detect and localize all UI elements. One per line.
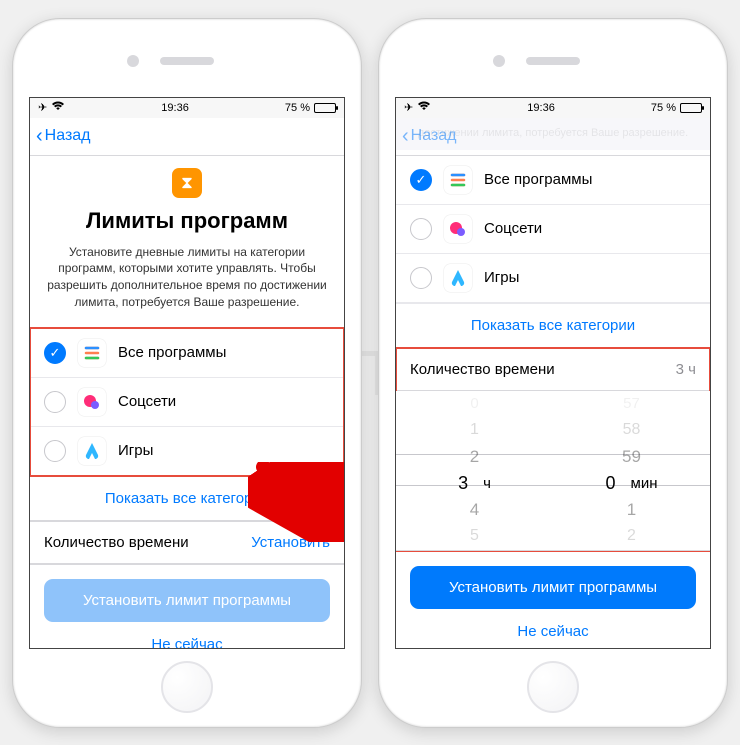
page-title: Лимиты программ (46, 208, 328, 234)
games-icon (444, 264, 472, 292)
footer-section: Установить лимит программы Не сейчас (396, 551, 710, 648)
category-row-all[interactable]: ✓ Все программы (396, 156, 710, 205)
header-block: ⧗ Лимиты программ Установите дневные лим… (30, 156, 344, 328)
set-limit-button[interactable]: Установить лимит программы (410, 566, 696, 609)
category-label: Соцсети (118, 393, 176, 410)
status-bar: ✈︎ 19:36 75 % (396, 98, 710, 118)
battery-icon (680, 103, 702, 113)
nav-bar: ‹ Назад достижении лимита, потребуется В… (396, 118, 710, 156)
status-right: 75 % (651, 102, 702, 114)
social-icon (444, 215, 472, 243)
hours-unit: ч (483, 475, 491, 492)
back-button[interactable]: ‹ Назад (36, 126, 91, 146)
hours-column[interactable]: 0 1 2 3 ч 4 5 (396, 391, 553, 550)
content-right: ✓ Все программы Соцсети (396, 156, 710, 648)
minutes-unit: мин (631, 475, 658, 492)
social-icon (78, 388, 106, 416)
radio-unchecked-icon (44, 440, 66, 462)
screen-left: ✈︎ 19:36 75 % ‹ Назад ⧗ Лимиты программ … (29, 97, 345, 649)
airplane-icon: ✈︎ (404, 101, 413, 114)
all-apps-icon (78, 339, 106, 367)
radio-checked-icon: ✓ (410, 169, 432, 191)
chevron-left-icon: ‹ (36, 126, 43, 146)
category-label: Все программы (484, 171, 592, 188)
battery-percent: 75 % (651, 102, 676, 114)
wifi-icon (51, 101, 65, 114)
minutes-column[interactable]: 57 58 59 0 мин 1 2 (553, 391, 710, 550)
time-amount-row[interactable]: Количество времени 3 ч (396, 348, 710, 391)
show-all-section: Показать все категории (30, 476, 344, 521)
category-list: ✓ Все программы Соцсети (30, 328, 344, 476)
category-list: ✓ Все программы Соцсети (396, 156, 710, 348)
time-picker[interactable]: 0 1 2 3 ч 4 5 57 58 59 0 мин 1 2 (396, 391, 710, 551)
camera-dot (127, 55, 139, 67)
category-row-social[interactable]: Соцсети (30, 378, 344, 427)
category-row-all[interactable]: ✓ Все программы (30, 329, 344, 378)
footer-section: Установить лимит программы Не сейчас (30, 564, 344, 648)
speaker-grill (160, 57, 214, 65)
radio-unchecked-icon (44, 391, 66, 413)
games-icon (78, 437, 106, 465)
status-bar: ✈︎ 19:36 75 % (30, 98, 344, 118)
status-time: 19:36 (161, 102, 189, 114)
set-limit-button[interactable]: Установить лимит программы (44, 579, 330, 622)
battery-percent: 75 % (285, 102, 310, 114)
wifi-icon (417, 101, 431, 114)
page-description: Установите дневные лимиты на категории п… (46, 244, 328, 311)
time-amount-row[interactable]: Количество времени Установить (30, 521, 344, 564)
radio-checked-icon: ✓ (44, 342, 66, 364)
time-value: 3 ч (676, 361, 696, 378)
time-label: Количество времени (44, 534, 189, 551)
battery-icon (314, 103, 336, 113)
radio-unchecked-icon (410, 218, 432, 240)
speaker-grill (526, 57, 580, 65)
airplane-icon: ✈︎ (38, 101, 47, 114)
not-now-link[interactable]: Не сейчас (513, 619, 592, 644)
status-time: 19:36 (527, 102, 555, 114)
time-label: Количество времени (410, 361, 555, 378)
radio-unchecked-icon (410, 267, 432, 289)
camera-dot (493, 55, 505, 67)
show-all-categories-link[interactable]: Показать все категории (30, 476, 344, 520)
home-button[interactable] (527, 661, 579, 713)
minutes-selected: 0 (605, 473, 615, 494)
dimmed-scroll-text: достижении лимита, потребуется Ваше разр… (396, 118, 710, 150)
not-now-link[interactable]: Не сейчас (147, 632, 226, 648)
category-row-games[interactable]: Игры (396, 254, 710, 303)
content-left: ⧗ Лимиты программ Установите дневные лим… (30, 156, 344, 648)
category-label: Все программы (118, 344, 226, 361)
show-all-categories-link[interactable]: Показать все категории (396, 303, 710, 347)
all-apps-icon (444, 166, 472, 194)
category-row-games[interactable]: Игры (30, 427, 344, 475)
category-row-social[interactable]: Соцсети (396, 205, 710, 254)
phone-frame-right: ✈︎ 19:36 75 % ‹ Назад достижении лимита,… (378, 18, 728, 728)
status-left: ✈︎ (404, 101, 431, 114)
category-label: Соцсети (484, 220, 542, 237)
hourglass-icon: ⧗ (172, 168, 202, 198)
hours-selected: 3 (458, 473, 468, 494)
phone-frame-left: ✈︎ 19:36 75 % ‹ Назад ⧗ Лимиты программ … (12, 18, 362, 728)
time-picker-highlight: Количество времени 3 ч 0 1 2 3 ч 4 5 57 (396, 348, 710, 551)
nav-bar: ‹ Назад (30, 118, 344, 156)
category-label: Игры (484, 269, 519, 286)
status-right: 75 % (285, 102, 336, 114)
set-time-action[interactable]: Установить (251, 534, 330, 551)
home-button[interactable] (161, 661, 213, 713)
category-label: Игры (118, 442, 153, 459)
status-left: ✈︎ (38, 101, 65, 114)
screen-right: ✈︎ 19:36 75 % ‹ Назад достижении лимита,… (395, 97, 711, 649)
back-label: Назад (45, 127, 91, 145)
